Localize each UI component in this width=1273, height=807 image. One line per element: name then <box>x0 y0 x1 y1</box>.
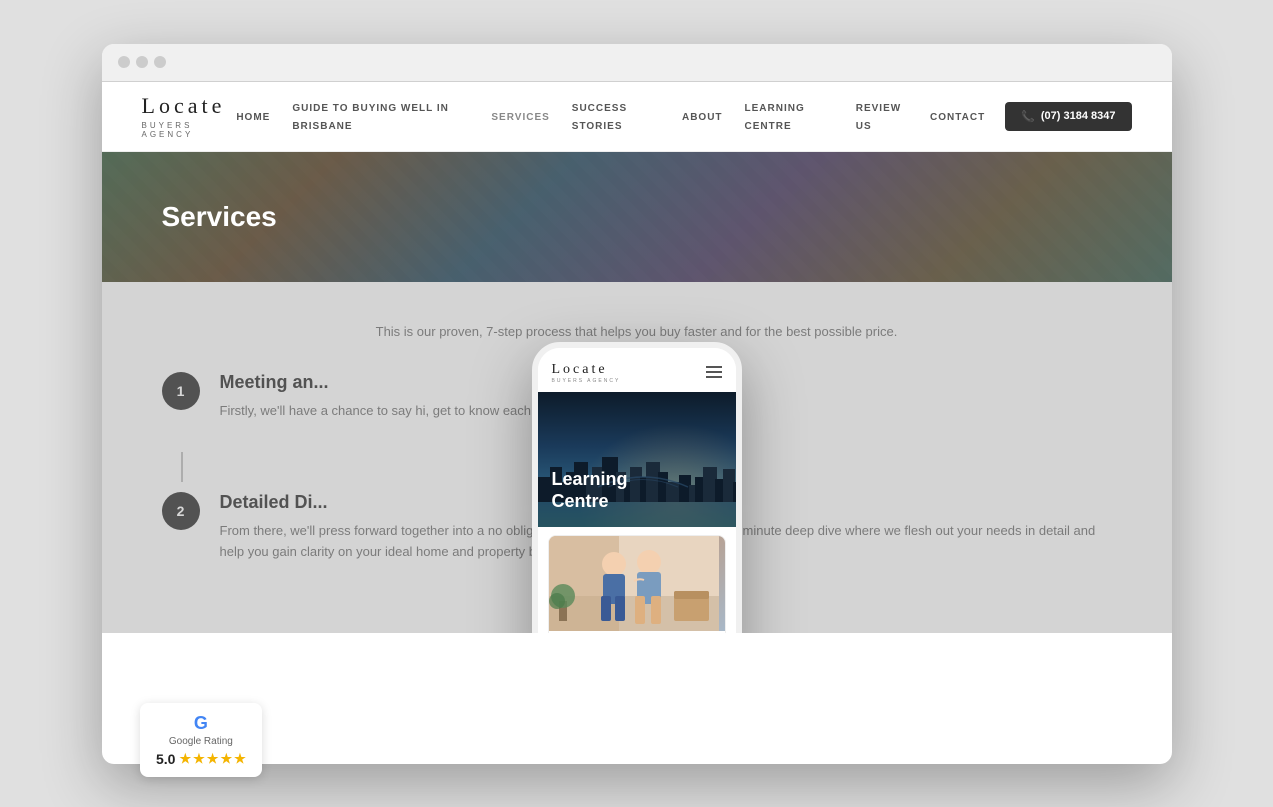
hamburger-line-1 <box>706 366 722 368</box>
nav-item-learning[interactable]: LEARNING CENTRE <box>745 98 834 134</box>
logo-subtext: BUYERS AGENCY <box>142 121 237 139</box>
phone-overlay: Locate BUYERS AGENCY <box>532 342 742 633</box>
dot-close <box>118 56 130 68</box>
nav-link-learning[interactable]: LEARNING CENTRE <box>745 103 805 132</box>
nav-link-review[interactable]: REVIEW US <box>856 103 901 132</box>
browser-dots <box>118 56 166 68</box>
nav-link-guide[interactable]: GUIDE TO BUYING WELL IN BRISBANE <box>292 103 449 132</box>
hero-text-line2: Centre <box>552 491 628 513</box>
nav-link-success[interactable]: SUCCESS STORIES <box>572 103 627 132</box>
main-nav: Locate BUYERS AGENCY HOME GUIDE TO BUYIN… <box>102 82 1172 152</box>
phone-card-image <box>549 536 725 631</box>
dot-minimize <box>136 56 148 68</box>
nav-link-contact[interactable]: CONTACT <box>930 112 985 123</box>
nav-link-services[interactable]: SERVICES <box>491 112 549 123</box>
browser-toolbar <box>102 44 1172 82</box>
nav-item-guide[interactable]: GUIDE TO BUYING WELL IN BRISBANE <box>292 98 469 134</box>
hamburger-line-3 <box>706 376 722 378</box>
nav-phone[interactable]: 📞 (07) 3184 8347 <box>1005 102 1131 131</box>
phone-inner: Locate BUYERS AGENCY <box>538 348 736 633</box>
nav-item-success[interactable]: SUCCESS STORIES <box>572 98 660 134</box>
browser-window: Locate BUYERS AGENCY HOME GUIDE TO BUYIN… <box>102 44 1172 764</box>
phone-card-label: Plane Wide Find Ho... <box>549 631 725 633</box>
phone-hero-text: Learning Centre <box>552 469 628 512</box>
phone-logo-text: Locate <box>552 362 608 377</box>
phone-hero: Learning Centre <box>538 392 736 527</box>
nav-links: HOME GUIDE TO BUYING WELL IN BRISBANE SE… <box>236 98 985 134</box>
nav-item-review[interactable]: REVIEW US <box>856 98 908 134</box>
nav-item-about[interactable]: ABOUT <box>682 107 723 125</box>
website: Locate BUYERS AGENCY HOME GUIDE TO BUYIN… <box>102 82 1172 633</box>
nav-link-about[interactable]: ABOUT <box>682 112 723 123</box>
people-illustration <box>549 536 719 631</box>
hamburger-line-2 <box>706 371 722 373</box>
nav-link-home[interactable]: HOME <box>236 112 270 123</box>
page-title: Services <box>162 201 277 233</box>
hamburger-menu[interactable] <box>706 366 722 378</box>
nav-item-services[interactable]: SERVICES <box>491 107 549 125</box>
logo-text: Locate <box>142 93 226 118</box>
dot-fullscreen <box>154 56 166 68</box>
nav-item-contact[interactable]: CONTACT <box>930 107 985 125</box>
phone-icon: 📞 <box>1021 110 1035 123</box>
phone-card[interactable]: Plane Wide Find Ho... <box>548 535 726 633</box>
phone-number: (07) 3184 8347 <box>1041 110 1116 122</box>
site-logo[interactable]: Locate BUYERS AGENCY <box>142 93 237 139</box>
phone-logo-sub: BUYERS AGENCY <box>552 378 621 384</box>
hero-text-line1: Learning <box>552 469 628 491</box>
phone-logo: Locate BUYERS AGENCY <box>552 360 621 384</box>
nav-item-home[interactable]: HOME <box>236 107 270 125</box>
main-content: This is our proven, 7-step process that … <box>102 282 1172 633</box>
hero-section: Services <box>102 152 1172 282</box>
phone-nav: Locate BUYERS AGENCY <box>538 348 736 392</box>
